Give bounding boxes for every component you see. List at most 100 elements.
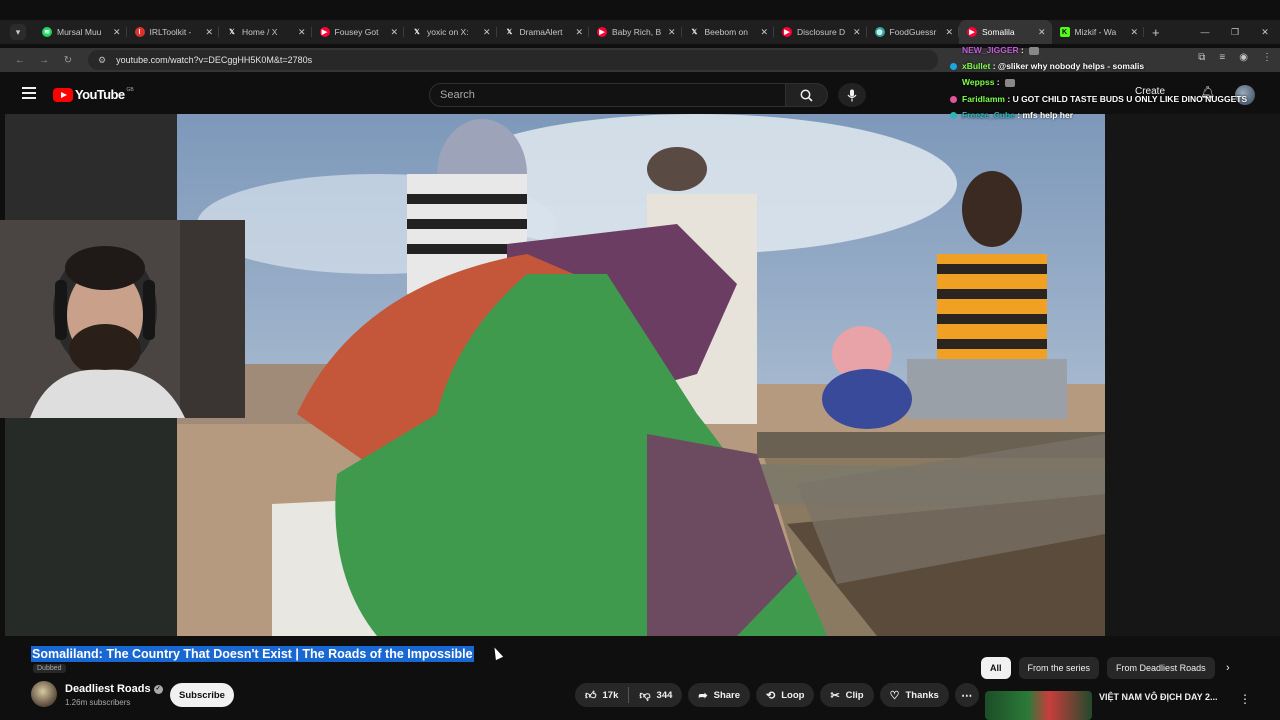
chat-username: xBullet: [962, 61, 991, 72]
chip-from-series[interactable]: From the series: [1018, 657, 1100, 679]
left-background-lower: [5, 418, 177, 636]
tab-title: Home / X: [242, 27, 278, 37]
more-horizontal-icon: ⋯: [961, 689, 973, 702]
tab-close-icon[interactable]: ✕: [298, 27, 306, 38]
stream-chat-overlay: NEW_JIGGER : xBullet : @sliker why nobod…: [950, 42, 1280, 123]
x-icon: 𝕏: [227, 27, 237, 37]
tab-title: yoxic on X:: [427, 27, 469, 37]
search-button[interactable]: [786, 83, 828, 107]
tab-close-icon[interactable]: ✕: [483, 27, 491, 38]
chat-username: Faridlamm: [962, 93, 1005, 104]
close-window-button[interactable]: ✕: [1250, 27, 1280, 38]
dubbed-badge: Dubbed: [33, 664, 66, 673]
browser-tab[interactable]: K Mizkif - Wa ✕: [1052, 20, 1145, 44]
tab-close-icon[interactable]: ✕: [668, 27, 676, 38]
address-bar[interactable]: ⚙ youtube.com/watch?v=DECggHH5K0M&t=2780…: [88, 50, 938, 70]
tab-close-icon[interactable]: ✕: [945, 27, 953, 38]
irl-icon: I: [134, 27, 145, 37]
browser-tab[interactable]: ▶ Baby Rich, B ✕: [589, 20, 682, 44]
window-controls: — ❐ ✕: [1190, 20, 1280, 44]
tab-close-icon[interactable]: ✕: [575, 27, 583, 38]
chat-message: xBullet : @sliker why nobody helps - som…: [950, 58, 1280, 74]
tab-close-icon[interactable]: ✕: [1130, 27, 1138, 38]
loop-button[interactable]: ⟲ Loop: [756, 683, 815, 707]
browser-tab[interactable]: 𝕏 DramaAlert ✕: [497, 20, 590, 44]
browser-tab[interactable]: 𝕏yoxic on X: ✕: [404, 20, 497, 44]
recommendation-thumbnail[interactable]: [985, 691, 1092, 720]
subscribe-button[interactable]: Subscribe: [170, 683, 234, 707]
like-count: 17k: [602, 689, 619, 701]
logo-text: YouTube: [75, 87, 125, 102]
tab-close-icon[interactable]: ✕: [205, 27, 213, 38]
tab-list-button[interactable]: ▾: [10, 24, 26, 40]
voice-search-button[interactable]: [838, 83, 866, 107]
webcam-frame: [0, 220, 245, 418]
video-player[interactable]: [177, 114, 1105, 636]
share-label: Share: [713, 689, 741, 701]
tab-close-icon[interactable]: ✕: [1038, 27, 1046, 38]
reload-button[interactable]: ↻: [56, 55, 80, 66]
search-input[interactable]: Search: [429, 83, 786, 107]
restore-button[interactable]: ❐: [1220, 27, 1250, 38]
chat-badge-icon: [950, 112, 957, 120]
dislike-button[interactable]: 👎︎ 344: [629, 683, 682, 707]
tab-title: Beebom on: [704, 27, 748, 37]
site-settings-icon[interactable]: ⚙: [98, 55, 106, 66]
chevron-right-icon[interactable]: ›: [1226, 662, 1230, 674]
browser-tab[interactable]: ▶ Somalila ✕: [959, 20, 1052, 44]
chat-message: Freeze_Cube : mfs help her: [950, 107, 1280, 123]
tab-title: Fousey Got: [334, 27, 379, 37]
loop-icon: ⟲: [766, 689, 776, 702]
tab-close-icon[interactable]: ✕: [113, 27, 121, 38]
forward-button[interactable]: →: [32, 55, 56, 66]
browser-tab[interactable]: I IRLToolkit - ✕: [127, 20, 220, 44]
tab-close-icon[interactable]: ✕: [760, 27, 768, 38]
chip-from-channel[interactable]: From Deadliest Roads: [1107, 657, 1215, 679]
microphone-icon: [847, 89, 857, 101]
browser-tab[interactable]: ◍ FoodGuessr ✕: [867, 20, 960, 44]
menu-icon[interactable]: [22, 87, 36, 99]
minimize-button[interactable]: —: [1190, 27, 1220, 37]
like-dislike-group: 👍︎ 17k 👎︎ 344: [575, 683, 683, 707]
chat-username: NEW_JIGGER: [962, 45, 1019, 55]
browser-tab[interactable]: ▶ Fousey Got ✕: [312, 20, 405, 44]
browser-tab[interactable]: 𝕏 Home / X ✕: [219, 20, 312, 44]
browser-tab[interactable]: 𝕏 Beebom on ✕: [682, 20, 775, 44]
more-vertical-icon[interactable]: ⋮: [1239, 692, 1251, 706]
tab-close-icon[interactable]: ✕: [390, 27, 398, 38]
chat-text: @sliker why nobody helps - somalis: [997, 61, 1145, 72]
search-icon: [800, 89, 813, 102]
browser-tab[interactable]: ≋ Mursal Muu ✕: [34, 20, 127, 44]
thumbs-down-icon: 👎︎: [639, 689, 651, 702]
new-tab-button[interactable]: +: [1152, 25, 1160, 40]
video-frame: [177, 114, 1105, 636]
browser-tab[interactable]: ▶ Disclosure D ✕: [774, 20, 867, 44]
right-background-panel: [1105, 114, 1280, 636]
back-button[interactable]: ←: [8, 55, 32, 66]
chat-text: U GOT CHILD TASTE BUDS U ONLY LIKE DINO …: [1012, 93, 1248, 104]
clip-button[interactable]: ✂ Clip: [820, 683, 874, 707]
video-actions: 👍︎ 17k 👎︎ 344 ➦ Share ⟲ Loop ✂ Clip ♡ Thanks ⋯: [575, 683, 979, 707]
channel-name[interactable]: Deadliest Roads ✓: [65, 683, 163, 695]
verified-icon: ✓: [153, 684, 163, 694]
tab-title: DramaAlert: [519, 27, 563, 37]
x-icon: 𝕏: [504, 27, 515, 37]
channel-avatar[interactable]: [31, 681, 57, 707]
share-button[interactable]: ➦ Share: [688, 683, 751, 707]
video-title: Somaliland: The Country That Doesn't Exi…: [31, 646, 474, 662]
chat-emote-icon: [1029, 46, 1040, 55]
recommendation-chips: All From the series From Deadliest Roads: [981, 657, 1215, 679]
streamer-webcam: [0, 220, 245, 418]
chip-all[interactable]: All: [981, 657, 1011, 679]
recommendation-title[interactable]: VIỆT NAM VÔ ĐỊCH DAY 2...: [1099, 692, 1218, 702]
thanks-button[interactable]: ♡ Thanks: [879, 683, 949, 707]
chat-text: mfs help her: [1022, 109, 1074, 120]
like-button[interactable]: 👍︎ 17k: [575, 683, 628, 707]
youtube-logo[interactable]: YouTube GB: [53, 87, 134, 102]
share-icon: ➦: [698, 689, 708, 702]
youtube-icon: ▶: [319, 27, 330, 37]
tab-title: Disclosure D: [797, 27, 846, 37]
tab-close-icon[interactable]: ✕: [853, 27, 861, 38]
more-actions-button[interactable]: ⋯: [954, 683, 979, 707]
youtube-play-icon: [53, 87, 73, 102]
